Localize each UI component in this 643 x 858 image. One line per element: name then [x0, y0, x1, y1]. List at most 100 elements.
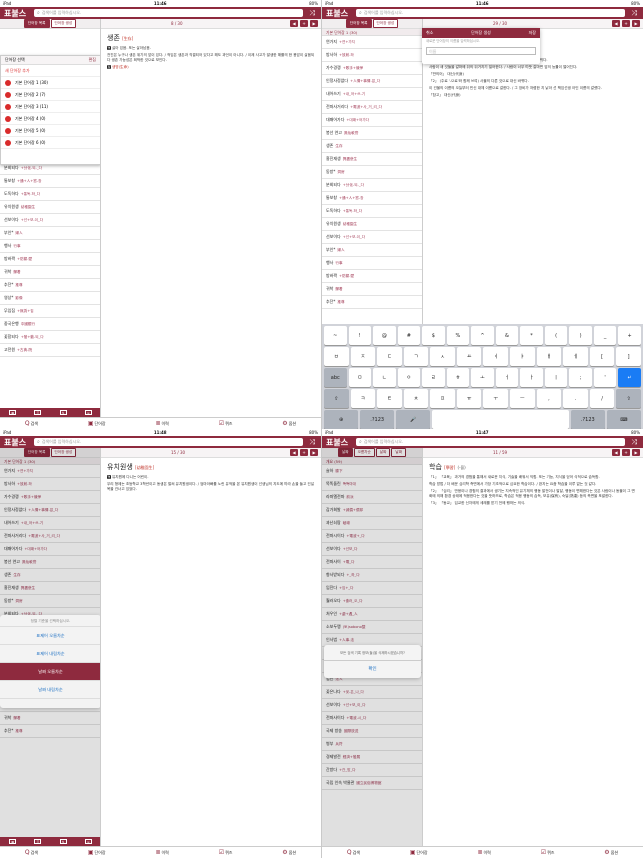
- key[interactable]: ㅕ: [483, 347, 509, 366]
- key[interactable]: ~: [324, 326, 347, 345]
- list-item[interactable]: 선보이다+선+보-이_다: [0, 214, 100, 227]
- key[interactable]: ㄷ: [377, 347, 402, 366]
- list-item[interactable]: 내어쓰기 +내_어+쓰-기: [322, 88, 422, 101]
- key[interactable]: ↵: [618, 368, 641, 387]
- key[interactable]: @: [373, 326, 396, 345]
- key[interactable]: ): [569, 326, 592, 345]
- add-button[interactable]: +: [622, 449, 630, 456]
- key[interactable]: .: [563, 389, 588, 408]
- cancel-button[interactable]: 취소: [426, 30, 433, 36]
- list-item[interactable]: 방바짝+防禦-壁: [322, 270, 422, 283]
- list-icon[interactable]: ☰: [34, 410, 42, 415]
- tab-2[interactable]: ≣ 이력: [155, 849, 168, 856]
- sort-option[interactable]: 날짜 내림차순: [0, 681, 100, 699]
- confirm-button[interactable]: 확인: [324, 661, 421, 678]
- key[interactable]: !: [348, 326, 372, 345]
- add-wordbook-button[interactable]: 새 단어장 추가: [1, 65, 100, 77]
- tab-1[interactable]: ▣ 단어장: [88, 849, 106, 856]
- wordbook-name-field[interactable]: 이름: [426, 47, 536, 55]
- related-words[interactable]: 생명(生命): [112, 65, 129, 69]
- related-1[interactable]: 「반의어」 대신(代身): [423, 71, 643, 78]
- list-item[interactable]: 통보창+通+人+窓-창: [0, 175, 100, 188]
- tab-2[interactable]: ≣ 이력: [155, 420, 168, 427]
- next-button[interactable]: ▶: [632, 20, 640, 27]
- key[interactable]: ㅏ: [520, 368, 543, 387]
- delete-dot-icon[interactable]: [5, 127, 11, 134]
- delete-icon[interactable]: ⊖: [84, 410, 92, 415]
- grid-icon[interactable]: ▦: [9, 839, 17, 844]
- prev-button[interactable]: ◀: [290, 20, 298, 27]
- key[interactable]: ㅌ: [377, 389, 402, 408]
- key[interactable]: ㄹ: [422, 368, 445, 387]
- list-item[interactable]: 귀착 歸着: [0, 266, 100, 279]
- key[interactable]: ;: [569, 368, 592, 387]
- wordbook-item[interactable]: 기본 단어장 3 (11): [1, 101, 100, 113]
- key[interactable]: ㄴ: [373, 368, 396, 387]
- list-item[interactable]: 유치원생幼稚園生: [0, 201, 100, 214]
- list-item[interactable]: 추잔* 推尊: [322, 296, 422, 309]
- key[interactable]: ㅊ: [403, 389, 429, 408]
- seg-list[interactable]: 단어장 목록: [345, 19, 372, 28]
- key[interactable]: ㅜ: [483, 389, 509, 408]
- key[interactable]: ^: [471, 326, 494, 345]
- key[interactable]: .?123: [360, 410, 395, 429]
- key[interactable]: ㅣ: [544, 368, 568, 387]
- list-item[interactable]: 전파사거리다 +電波+사_거_리_다: [322, 101, 422, 114]
- list-item[interactable]: 흥진재생興盡悲生: [322, 153, 422, 166]
- list-item[interactable]: 동방*洞房: [322, 166, 422, 179]
- sort-option[interactable]: 표제어 오름차순: [0, 627, 100, 645]
- add-button[interactable]: +: [622, 20, 630, 27]
- shuffle-icon[interactable]: ⤨: [307, 7, 317, 19]
- delete-dot-icon[interactable]: [5, 91, 11, 98]
- list-item[interactable]: 연가지 +연+가지: [322, 36, 422, 49]
- key[interactable]: (: [544, 326, 568, 345]
- key[interactable]: abc: [324, 368, 347, 387]
- list-item[interactable]: 부인*婦人: [322, 244, 422, 257]
- tab-2[interactable]: ≣ 이력: [477, 849, 490, 856]
- list-item[interactable]: 추잔* 推尊: [0, 279, 100, 292]
- key[interactable]: ㅅ: [430, 347, 455, 366]
- list-item[interactable]: 통보창+通+人+窓-창: [322, 192, 422, 205]
- list-item[interactable]: 도독하다+통독-하_다: [322, 205, 422, 218]
- tab-3[interactable]: ☑ 퀴즈: [219, 849, 233, 856]
- key[interactable]: 🎤: [396, 410, 431, 429]
- list-item[interactable]: 선보이다+선+보-이_다: [322, 231, 422, 244]
- list-item[interactable]: 봉선 연고 鳳仙軟膏: [322, 127, 422, 140]
- key[interactable]: ㅑ: [510, 347, 535, 366]
- key[interactable]: ⊕: [324, 410, 359, 429]
- search-input[interactable]: ⌕ 검색어를 입력하십시오.: [356, 9, 625, 17]
- save-button[interactable]: 저장: [529, 30, 536, 36]
- edit-button[interactable]: 편집: [89, 57, 96, 63]
- tab-3[interactable]: ☑ 퀴즈: [541, 849, 555, 856]
- prev-button[interactable]: ◀: [612, 449, 620, 456]
- next-button[interactable]: ▶: [632, 449, 640, 456]
- seg-create[interactable]: 단어장 생성: [50, 19, 77, 28]
- key[interactable]: *: [520, 326, 543, 345]
- list-item[interactable]: 가수경쟁 +歌手+競爭: [322, 62, 422, 75]
- key[interactable]: _: [593, 326, 617, 345]
- wordbook-item[interactable]: 기본 단어장 2 (7): [1, 89, 100, 101]
- list-item[interactable]: 분회되다 +分化-되-_다: [322, 179, 422, 192]
- sort-option[interactable]: 표제어 내림차순: [0, 645, 100, 663]
- sort-icon[interactable]: ⇅: [59, 410, 67, 415]
- list-item[interactable]: 중국은행 中國銀行: [0, 318, 100, 331]
- key[interactable]: %: [446, 326, 470, 345]
- key[interactable]: /: [589, 389, 615, 408]
- tab-3[interactable]: ☑ 퀴즈: [219, 420, 233, 427]
- delete-dot-icon[interactable]: [5, 115, 11, 122]
- key[interactable]: ㅂ: [324, 347, 349, 366]
- key[interactable]: ㅓ: [495, 368, 519, 387]
- delete-dot-icon[interactable]: [5, 139, 11, 146]
- wordbook-item[interactable]: 기본 단어장 4 (0): [1, 113, 100, 125]
- list-item[interactable]: 인정사정없다 +人情+事情-없_다: [322, 75, 422, 88]
- tab-0[interactable]: Q 검색: [347, 849, 360, 856]
- list-item[interactable]: 대패어가다 +대패+어가다: [322, 114, 422, 127]
- prev-button[interactable]: ◀: [290, 449, 298, 456]
- seg-list[interactable]: 단어장 목록: [23, 19, 50, 28]
- seg-create[interactable]: 단어장 생성: [372, 19, 399, 28]
- list-item[interactable]: 생존 生存: [322, 140, 422, 153]
- sort-icon[interactable]: ⇅: [59, 839, 67, 844]
- list-item[interactable]: 방바짝+防禦-壁: [0, 253, 100, 266]
- key[interactable]: ㅔ: [563, 347, 588, 366]
- search-input[interactable]: ⌕ 검색어를 입력하십시오.: [34, 9, 303, 17]
